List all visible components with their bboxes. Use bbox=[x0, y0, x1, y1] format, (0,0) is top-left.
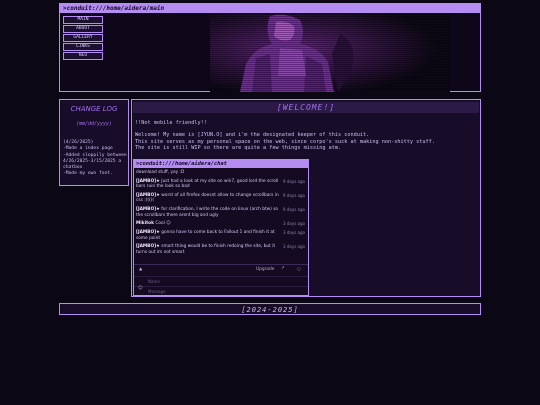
chat-time: 3 days ago bbox=[283, 244, 305, 250]
chat-user[interactable]: [JAMBO]★ bbox=[136, 230, 160, 235]
user-icon[interactable]: ▲ bbox=[139, 267, 142, 272]
changelog-entries: (4/26/2025) -Made a index page -Added sl… bbox=[63, 140, 129, 178]
upgrade-link[interactable]: Upgrade bbox=[256, 267, 274, 272]
chat-time: 3 days ago bbox=[283, 230, 305, 236]
chatbox: >conduit:///home/aidera/chat download st… bbox=[133, 159, 309, 296]
nav-neo-button[interactable]: NEO bbox=[63, 52, 103, 60]
chat-time: 9 days ago bbox=[283, 207, 305, 213]
banner-image bbox=[210, 14, 450, 92]
chat-path: >conduit:///home/aidera/chat bbox=[134, 160, 308, 168]
header-panel: >conduit:///home/aidera/main MAIN ABOUT … bbox=[59, 3, 481, 92]
changelog-entry: -Added sloppily between 4/26/2025-3/15/2… bbox=[63, 152, 127, 171]
chat-user[interactable]: [JAMBO]★ bbox=[136, 207, 160, 212]
nav-about-button[interactable]: ABOUT bbox=[63, 25, 103, 33]
chat-messages[interactable]: download stuff, yay :D [JAMBO]★ Just had… bbox=[136, 170, 308, 259]
changelog-date-format: (mm/dd/yyyy) bbox=[75, 121, 113, 127]
main-panel: [WELCOME!] !!Not mobile friendly!! Welco… bbox=[131, 99, 481, 297]
emoji-icon[interactable]: ☺ bbox=[138, 286, 142, 291]
footer-years: [2024-2025] bbox=[241, 306, 299, 314]
chat-message: download stuff, yay :D bbox=[136, 170, 308, 175]
chat-time: 3 days ago bbox=[283, 221, 305, 227]
chat-message: [JAMBO]★ Just had a look at my site on w… bbox=[136, 179, 308, 190]
chat-user[interactable]: Mikitok bbox=[136, 221, 154, 226]
chat-text: Cool ☺ bbox=[155, 221, 171, 227]
chat-time: 9 days ago bbox=[283, 178, 305, 184]
chat-message: Mikitok Cool ☺ 3 days ago bbox=[136, 221, 308, 226]
welcome-heading: [WELCOME!] bbox=[133, 102, 479, 113]
mobile-notice: !!Not mobile friendly!! bbox=[135, 120, 207, 126]
chat-time: 9 days ago bbox=[283, 193, 305, 198]
chat-text: download stuff, yay :D bbox=[136, 170, 185, 175]
header-path: >conduit:///home/aidera/main bbox=[60, 4, 480, 13]
changelog-panel: CHANGE LOG (mm/dd/yyyy) (4/26/2025) -Mad… bbox=[59, 99, 129, 186]
footer-panel: [2024-2025] bbox=[59, 303, 481, 315]
name-input[interactable]: Name bbox=[134, 276, 308, 285]
chat-message: [JAMBO]★ for clarification, I write the … bbox=[136, 207, 308, 218]
chat-message: [JAMBO]★ gonna have to come back to Fall… bbox=[136, 230, 308, 241]
nav-gallery-button[interactable]: GALLERY bbox=[63, 34, 103, 42]
nav-main-button[interactable]: MAIN bbox=[63, 16, 103, 24]
chat-user[interactable]: [JAMBO]★ bbox=[136, 244, 160, 249]
chat-controls: ▲ Upgrade ↗ ○ Name Message ☺ bbox=[134, 264, 308, 296]
chat-message: [JAMBO]★ worst of all firefox doesnt all… bbox=[136, 193, 308, 204]
intro-text: !!Not mobile friendly!! Welcome! My name… bbox=[135, 120, 479, 152]
message-input[interactable]: Message bbox=[134, 286, 308, 295]
changelog-entry: -Made my own font. bbox=[63, 171, 113, 177]
changelog-title: CHANGE LOG bbox=[70, 105, 118, 113]
settings-icon[interactable]: ○ bbox=[297, 267, 301, 272]
nav-links-button[interactable]: LINKS bbox=[63, 43, 103, 51]
intro-line: The site is still WIP so there are quite… bbox=[135, 145, 342, 152]
chat-message: [JAMBO]★ smart thing would be to finish … bbox=[136, 244, 308, 255]
external-link-icon[interactable]: ↗ bbox=[281, 266, 285, 271]
